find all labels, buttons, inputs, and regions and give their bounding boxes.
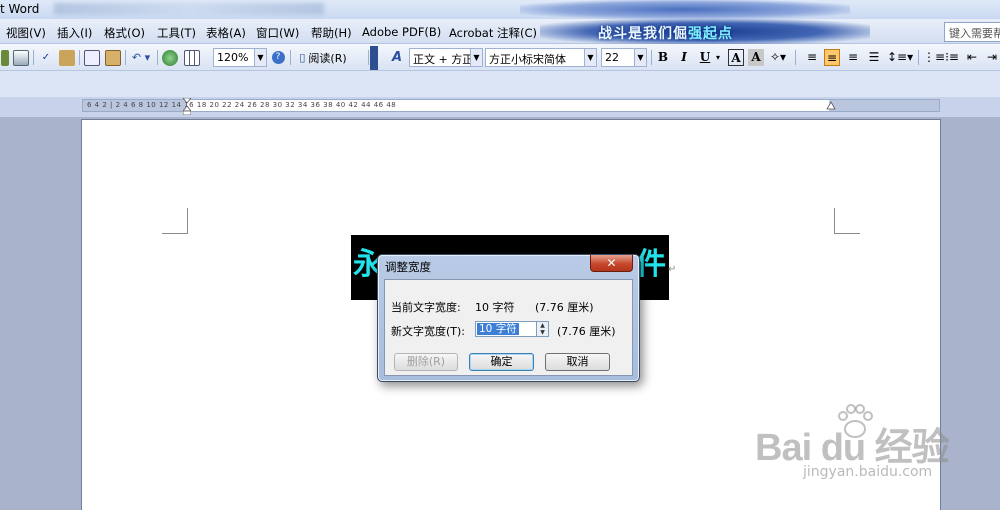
distributed-align-icon[interactable]: ☰ xyxy=(866,49,882,66)
decrease-indent-icon[interactable]: ⇤ xyxy=(964,49,980,66)
menu-help[interactable]: 帮助(H) xyxy=(311,25,352,41)
text-effect-icon[interactable]: ✧▾ xyxy=(767,49,789,66)
char-shading-button[interactable]: A xyxy=(748,49,764,66)
print-preview-icon[interactable] xyxy=(12,48,30,67)
watermark-logo: Bai du 经验 xyxy=(755,427,950,469)
align-center-icon[interactable]: ≡ xyxy=(824,49,840,66)
dialog-title: 调整宽度 xyxy=(385,260,431,274)
window-title: t Word xyxy=(0,2,40,16)
menu-window[interactable]: 窗口(W) xyxy=(256,25,299,41)
char-border-button[interactable]: A xyxy=(728,49,744,66)
align-right-icon[interactable]: ≡ xyxy=(845,49,861,66)
increase-indent-icon[interactable]: ⇥ xyxy=(984,49,1000,66)
margin-corner-top-right xyxy=(834,208,860,234)
close-icon: ✕ xyxy=(606,256,617,270)
title-bar: t Word xyxy=(0,0,1000,19)
menu-bar: 视图(V) 插入(I) 格式(O) 工具(T) 表格(A) 窗口(W) 帮助(H… xyxy=(0,19,1000,44)
delete-button[interactable]: 删除(R) xyxy=(394,353,458,371)
font-select[interactable]: 方正小标宋简体 ▼ xyxy=(485,48,597,67)
table-icon[interactable] xyxy=(183,48,201,67)
baidu-watermark: Bai du 经验 jingyan.baidu.com xyxy=(755,402,995,492)
current-width-value: 10 字符 xyxy=(475,301,515,314)
banner-text: 战斗是我们倔强起点 xyxy=(598,26,733,42)
undo-icon[interactable]: ↶ ▾ xyxy=(129,48,153,67)
ok-button[interactable]: 确定 xyxy=(469,353,534,371)
help-search-input[interactable]: 键入需要帮 xyxy=(944,22,1000,42)
styles-pane-icon[interactable]: A xyxy=(388,48,406,67)
cancel-button[interactable]: 取消 xyxy=(545,353,610,371)
underline-dropdown-icon[interactable]: ▾ xyxy=(713,49,723,66)
align-left-icon[interactable]: ≡ xyxy=(804,49,820,66)
new-width-label: 新文字宽度(T): xyxy=(391,325,466,338)
print-icon[interactable] xyxy=(0,48,10,67)
toolbar: ✓ ↶ ▾ 120% ▼ ? ▯ 阅读(R) A 正文 + 方正 ▼ 方正小标宋简体 ▼… xyxy=(0,44,1000,71)
toolbar-band xyxy=(0,71,1000,97)
zoom-select[interactable]: 120% ▼ xyxy=(213,48,267,67)
menu-format[interactable]: 格式(O) xyxy=(104,25,145,41)
margin-corner-top-left xyxy=(162,208,188,234)
style-select[interactable]: 正文 + 方正 ▼ xyxy=(409,48,483,67)
fit-text-dialog: 调整宽度 ✕ 当前文字宽度: 10 字符 (7.76 厘米) 新文字宽度(T):… xyxy=(377,254,640,382)
bullets-icon[interactable]: ⁝≡ xyxy=(944,49,960,66)
spin-up-icon[interactable]: ▲ xyxy=(537,322,548,329)
right-indent-marker-icon[interactable] xyxy=(826,101,836,111)
menu-tools[interactable]: 工具(T) xyxy=(157,25,196,41)
paragraph-mark: ↵ xyxy=(668,264,677,275)
read-mode-button[interactable]: ▯ 阅读(R) xyxy=(294,48,352,67)
menu-acrobat-comments[interactable]: Acrobat 注释(C) xyxy=(449,25,537,41)
copy-icon[interactable] xyxy=(83,48,101,67)
line-spacing-icon[interactable]: ↕≡▾ xyxy=(887,49,913,66)
horizontal-ruler[interactable]: 6 4 2 | 2 4 6 8 10 12 14 16 18 20 22 24 … xyxy=(82,99,940,112)
underline-button[interactable]: U xyxy=(697,49,713,66)
new-width-cm: (7.76 厘米) xyxy=(557,325,616,338)
hyperlink-icon[interactable] xyxy=(161,48,179,67)
new-width-spinner[interactable]: 10 字符 ▲ ▼ xyxy=(475,321,549,337)
spelling-icon[interactable]: ✓ xyxy=(37,48,55,67)
close-button[interactable]: ✕ xyxy=(590,255,633,272)
menu-adobe-pdf[interactable]: Adobe PDF(B) xyxy=(362,25,441,39)
current-width-cm: (7.76 厘米) xyxy=(535,301,594,314)
help-icon[interactable]: ? xyxy=(270,48,286,67)
menu-table[interactable]: 表格(A) xyxy=(206,25,246,41)
blurred-title xyxy=(54,3,324,15)
title-banner xyxy=(520,0,850,19)
toolbar-options-icon[interactable] xyxy=(370,46,378,70)
numbering-icon[interactable]: ⋮≡ xyxy=(923,49,945,66)
spin-down-icon[interactable]: ▼ xyxy=(537,329,548,336)
ruler-numbers: 6 4 2 | 2 4 6 8 10 12 14 16 18 20 22 24 … xyxy=(87,101,397,109)
new-width-input[interactable]: 10 字符 xyxy=(477,323,519,335)
research-icon[interactable] xyxy=(58,48,76,67)
watermark-site: jingyan.baidu.com xyxy=(803,464,933,480)
bold-button[interactable]: B xyxy=(655,49,671,66)
font-size-select[interactable]: 22 ▼ xyxy=(601,48,647,67)
paste-icon[interactable] xyxy=(104,48,122,67)
indent-marker-icon[interactable] xyxy=(183,98,191,115)
menu-insert[interactable]: 插入(I) xyxy=(57,25,92,41)
italic-button[interactable]: I xyxy=(676,49,692,66)
text-last-char: 件 xyxy=(636,247,666,282)
menu-view[interactable]: 视图(V) xyxy=(6,25,46,41)
dialog-body: 当前文字宽度: 10 字符 (7.76 厘米) 新文字宽度(T): 10 字符 … xyxy=(384,279,633,376)
current-width-label: 当前文字宽度: xyxy=(391,301,461,314)
